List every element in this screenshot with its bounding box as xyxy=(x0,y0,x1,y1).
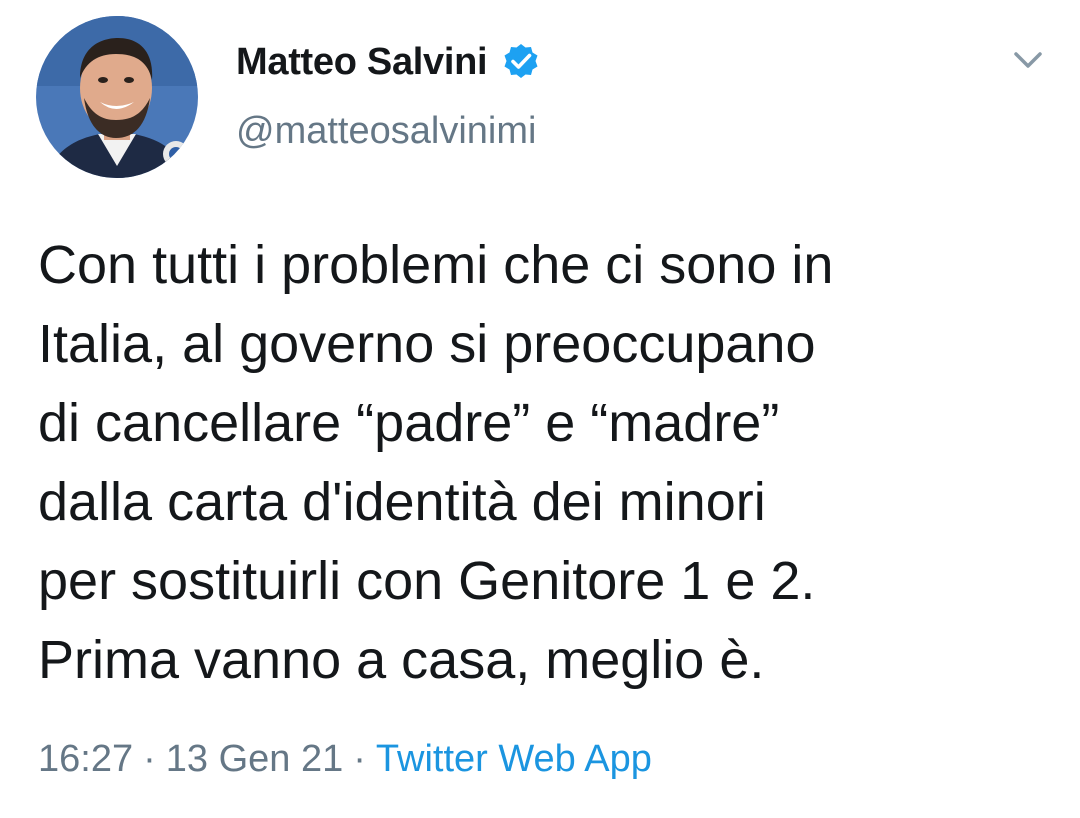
author-handle[interactable]: @matteosalvinimi xyxy=(236,110,536,153)
meta-separator: · xyxy=(353,738,366,780)
tweet-time[interactable]: 16:27 xyxy=(38,738,133,780)
tweet-source-link[interactable]: Twitter Web App xyxy=(376,738,652,780)
meta-separator: · xyxy=(143,738,156,780)
tweet-date[interactable]: 13 Gen 21 xyxy=(166,738,343,780)
verified-badge-icon xyxy=(501,42,541,82)
author-display-name[interactable]: Matteo Salvini xyxy=(236,41,488,84)
avatar-image xyxy=(36,16,198,178)
author-name-row: Matteo Salvini xyxy=(236,38,541,86)
tweet-text: Con tutti i problemi che ci sono in Ital… xyxy=(38,235,834,690)
avatar[interactable] xyxy=(36,16,198,178)
tweet-meta: 16:27 · 13 Gen 21 · Twitter Web App xyxy=(38,738,652,781)
tweet-card: Matteo Salvini @matteosalvinimi Con tutt… xyxy=(0,0,1080,818)
chevron-down-icon[interactable] xyxy=(1008,44,1048,76)
